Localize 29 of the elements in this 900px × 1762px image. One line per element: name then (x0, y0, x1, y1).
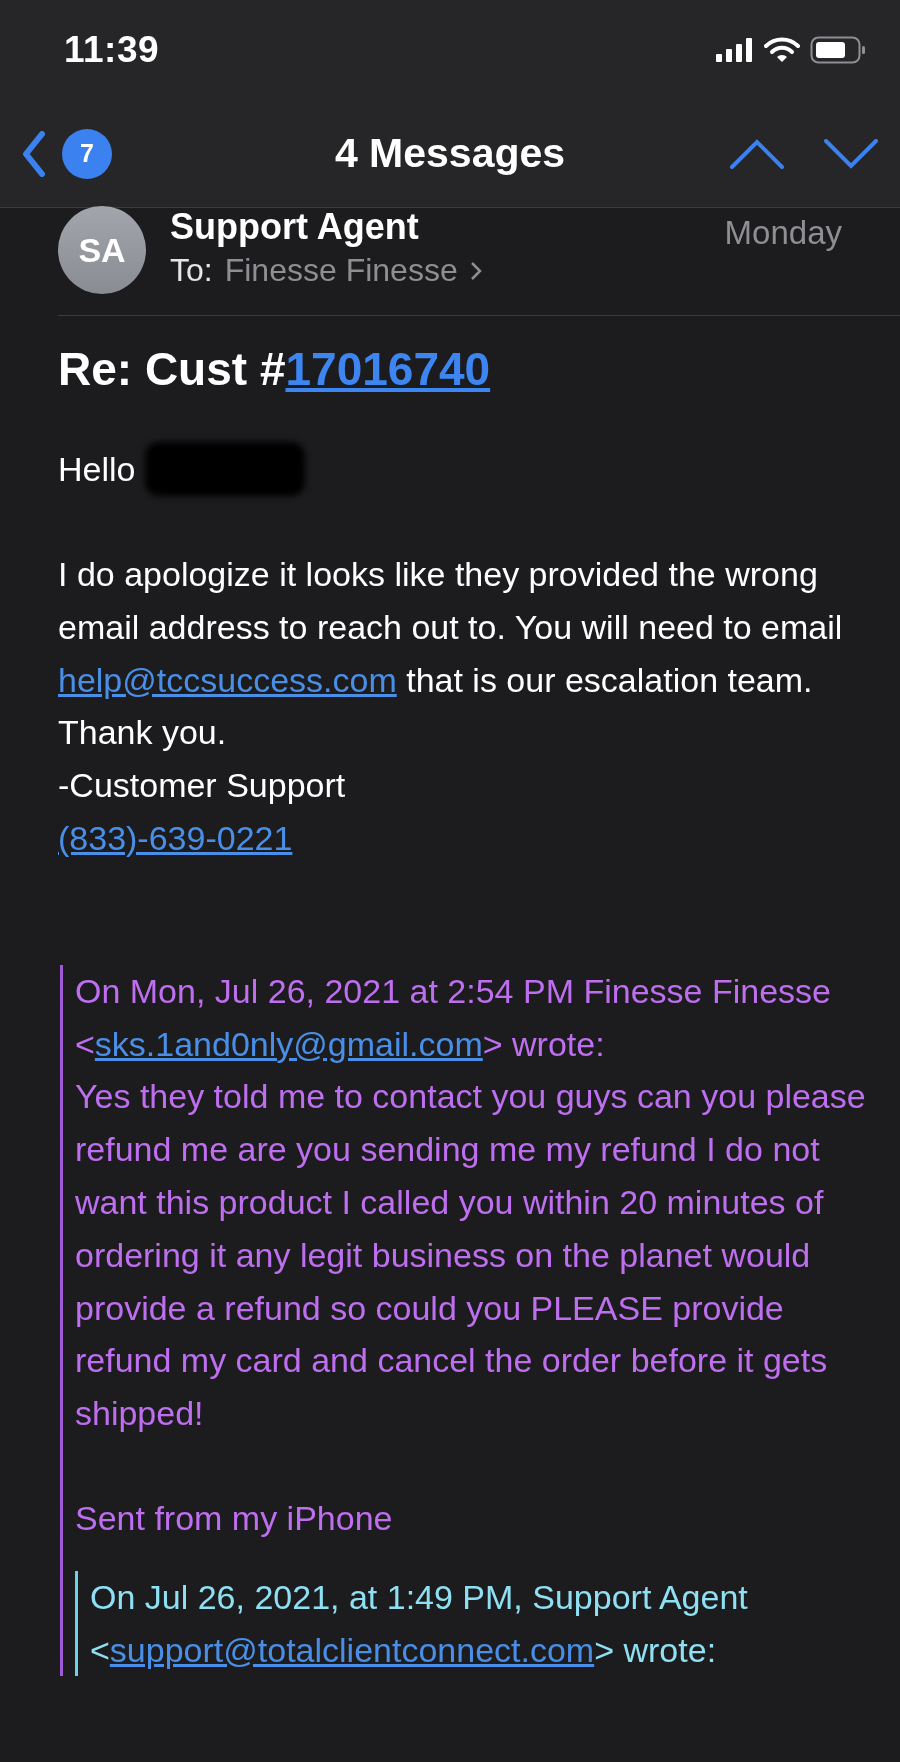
down-chevron-icon[interactable] (824, 138, 878, 169)
link[interactable]: help@tccsuccess.com (58, 660, 397, 699)
body-text: -Customer Support (58, 765, 347, 807)
nav-title: 4 Messages (334, 130, 566, 176)
unread-badge: 7 (62, 128, 112, 179)
quoted-text: <support@totalclientconnect.com> wrote: (90, 1629, 718, 1671)
battery-icon (810, 36, 866, 64)
sender-name: Support Agent (170, 208, 420, 246)
back-icon[interactable] (22, 130, 46, 177)
greeting-text: Hello (58, 448, 136, 490)
message-date: Monday (724, 214, 842, 252)
quoted-text: On Jul 26, 2021, at 1:49 PM, Support Agent (90, 1576, 749, 1618)
signal-icon (716, 38, 754, 62)
link[interactable]: 17016740 (285, 343, 491, 395)
to-label: To: (170, 252, 213, 289)
sender-avatar: SA (58, 206, 146, 294)
quoted-text: Yes they told me to contact you guys can you please refund me are you sending me my refund I do not want this product I called you within 20 minutes of ordering it any legit business on the planet would provide a refund so could you PLEASE provide refund my card and cancel the order before it gets shipped! (75, 1076, 867, 1435)
link[interactable]: support@totalclientconnect.com (109, 1630, 595, 1669)
body-text: I do apologize it looks like they provided the wrong email address to reach out to. You will need to email help@tccsuccess.com that is our escalation team. Thank you. (58, 554, 844, 754)
quoted-text: Sent from my iPhone (75, 1497, 394, 1539)
status-time: 11:39 (64, 29, 160, 71)
quoted-text: On Mon, Jul 26, 2021 at 2:54 PM Finesse Finesse <sks.1and0nly@gmail.com> wrote: (75, 970, 832, 1065)
chevron-right-icon[interactable] (469, 260, 482, 281)
up-chevron-icon[interactable] (730, 138, 784, 169)
link[interactable]: (833)-639-0221 (58, 819, 293, 857)
recipient-name[interactable]: Finesse Finesse (224, 252, 458, 289)
subject-line: Re: Cust #17016740 (58, 342, 492, 396)
link[interactable]: sks.1and0nly@gmail.com (94, 1024, 483, 1063)
wifi-icon (764, 37, 800, 63)
